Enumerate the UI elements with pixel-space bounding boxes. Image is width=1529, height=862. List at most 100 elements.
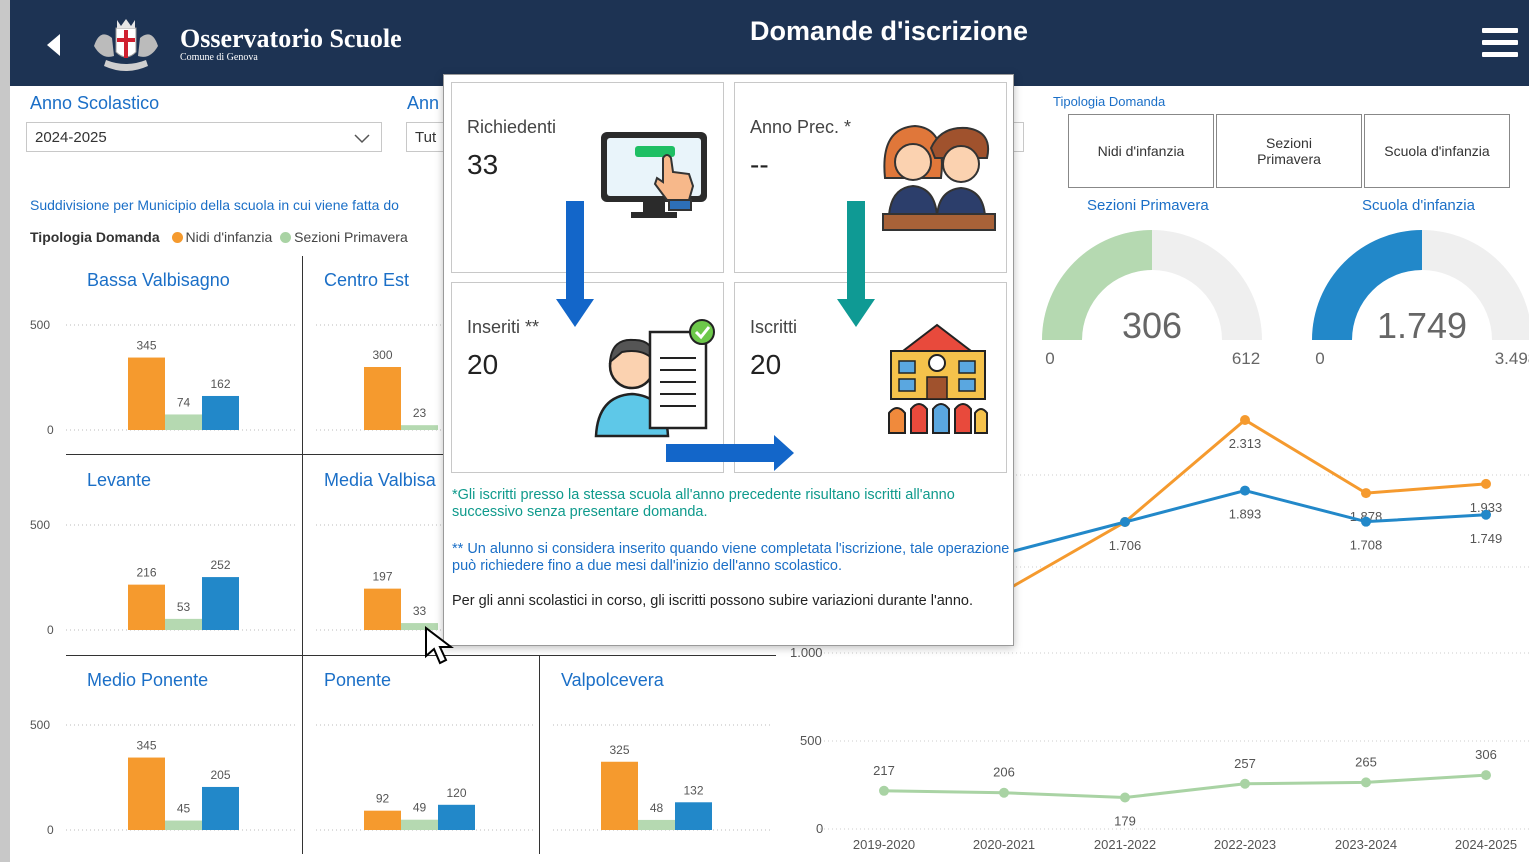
bar bbox=[128, 584, 165, 630]
page-title: Domande d'iscrizione bbox=[750, 16, 1028, 46]
series-point bbox=[1240, 415, 1250, 425]
panel-bar-chart: 500 0 216 53 252 bbox=[30, 518, 296, 637]
bar bbox=[165, 618, 202, 630]
chart-legend: Tipologia Domanda Nidi d'infanzia Sezion… bbox=[30, 229, 408, 245]
series-point bbox=[1240, 485, 1250, 496]
tipologia-label: Tipologia Domanda bbox=[1053, 94, 1166, 109]
panel-divider bbox=[302, 256, 303, 854]
second-filter-label: Ann bbox=[407, 93, 440, 113]
panel-divider bbox=[66, 655, 776, 656]
bar bbox=[401, 819, 438, 830]
bar-value-label: 325 bbox=[609, 743, 629, 757]
gauge-min: 0 bbox=[1315, 349, 1324, 368]
gauge-max: 3.498 bbox=[1495, 349, 1529, 368]
data-label: 1.749 bbox=[1470, 531, 1503, 546]
panel-bar-chart: 300 23 bbox=[316, 324, 441, 431]
series-point bbox=[1481, 770, 1491, 781]
gauge-min: 0 bbox=[1045, 349, 1054, 368]
bar-value-label: 53 bbox=[177, 600, 191, 614]
scuola-infanzia-button[interactable]: Scuola d'infanzia bbox=[1364, 114, 1510, 188]
nidi-button[interactable]: Nidi d'infanzia bbox=[1068, 114, 1214, 188]
x-tick-label: 2021-2022 bbox=[1094, 837, 1156, 852]
panel-divider bbox=[66, 454, 446, 455]
series-point bbox=[1361, 516, 1371, 527]
series-point bbox=[1361, 488, 1371, 499]
series-point bbox=[1120, 517, 1130, 527]
y-tick-label: 500 bbox=[30, 718, 50, 732]
brand: Osservatorio Scuole Comune di Genova bbox=[180, 24, 402, 63]
bar-value-label: 197 bbox=[372, 570, 392, 584]
data-label: 1.893 bbox=[1229, 507, 1262, 522]
note-iscritti: Per gli anni scolastici in corso, gli is… bbox=[452, 593, 973, 609]
x-tick-label: 2024-2025 bbox=[1455, 837, 1517, 852]
gauges: 306 0 612 1.749 0 3.498 bbox=[1042, 230, 1529, 368]
y-tick-label: 1.000 bbox=[790, 645, 823, 660]
bar-value-label: 205 bbox=[210, 768, 230, 782]
hamburger-menu-icon[interactable] bbox=[1482, 28, 1518, 62]
municipio-panel: Centro Est 300 23 bbox=[302, 256, 447, 454]
mouse-cursor-icon bbox=[425, 626, 454, 665]
municipio-panel: Medio Ponente 500 0 345 45 205 bbox=[10, 656, 302, 854]
anno-scolastico-label: Anno Scolastico bbox=[30, 93, 160, 113]
bar bbox=[202, 786, 239, 830]
back-arrow-icon[interactable] bbox=[40, 30, 70, 60]
x-tick-label: 2019-2020 bbox=[853, 837, 915, 852]
bar bbox=[128, 357, 165, 430]
panel-bar-chart: 500 0 345 74 162 bbox=[30, 318, 296, 437]
sezioni-primavera-button[interactable]: Sezioni Primavera bbox=[1216, 114, 1362, 188]
y-tick-label: 0 bbox=[47, 423, 54, 437]
legend-title: Tipologia Domanda bbox=[30, 229, 160, 245]
series-point bbox=[1120, 792, 1130, 803]
bar-value-label: 300 bbox=[372, 348, 392, 362]
y-tick-label: 0 bbox=[47, 823, 54, 837]
arrow-down-icon bbox=[556, 201, 594, 327]
gauge-infanzia: 1.749 0 3.498 bbox=[1312, 230, 1529, 368]
bar bbox=[601, 761, 638, 830]
x-tick-label: 2020-2021 bbox=[973, 837, 1035, 852]
bar bbox=[364, 367, 401, 430]
bar bbox=[202, 395, 239, 430]
legend-dot-primavera bbox=[280, 232, 292, 243]
bar-value-label: 216 bbox=[136, 566, 156, 580]
series-line bbox=[883, 773, 1487, 799]
bar bbox=[128, 757, 165, 830]
municipi-subtitle: Suddivisione per Municipio della scuola … bbox=[30, 197, 399, 213]
bar bbox=[401, 425, 438, 430]
dropdown-edge bbox=[1014, 122, 1024, 152]
bar bbox=[675, 802, 712, 830]
data-label: 217 bbox=[873, 763, 895, 778]
x-tick-label: 2023-2024 bbox=[1335, 837, 1397, 852]
data-label: 1.708 bbox=[1350, 538, 1383, 553]
gauge-value: 306 bbox=[1122, 305, 1182, 346]
legend-item-nidi: Nidi d'infanzia bbox=[185, 229, 273, 245]
bar-value-label: 33 bbox=[413, 604, 427, 618]
info-popup: Richiedenti 33 Anno Prec. * -- Inseriti … bbox=[443, 74, 1014, 646]
y-tick-label: 500 bbox=[30, 518, 50, 532]
data-label: 2.313 bbox=[1229, 436, 1262, 451]
panel-divider bbox=[539, 656, 540, 854]
bar-value-label: 92 bbox=[376, 792, 390, 806]
panel-bar-chart: 500 0 345 45 205 bbox=[30, 718, 296, 837]
bar bbox=[202, 577, 239, 630]
panel-bar-chart: 325 48 132 bbox=[553, 724, 770, 831]
anno-scolastico-dropdown[interactable]: 2024-2025 bbox=[26, 122, 382, 152]
bar-value-label: 345 bbox=[136, 339, 156, 353]
bar-value-label: 49 bbox=[413, 801, 427, 815]
bar-value-label: 120 bbox=[446, 786, 466, 800]
series-point bbox=[999, 787, 1009, 798]
data-label: 1.706 bbox=[1109, 538, 1142, 553]
y-tick-label: 0 bbox=[816, 821, 823, 836]
gauge-title-primavera: Sezioni Primavera bbox=[1087, 197, 1209, 214]
note-anno-prec: *Gli iscritti presso la stessa scuola al… bbox=[452, 487, 955, 520]
bar bbox=[438, 804, 475, 830]
municipio-panel: Levante 500 0 216 53 252 bbox=[10, 456, 302, 654]
panel-bar-chart: 197 33 bbox=[316, 524, 441, 631]
data-label: 257 bbox=[1234, 756, 1256, 771]
series-point bbox=[1361, 777, 1371, 788]
y-tick-label: 500 bbox=[30, 318, 50, 332]
note-inseriti: ** Un alunno si considera inserito quand… bbox=[452, 541, 1010, 574]
legend-dot-nidi bbox=[171, 232, 183, 243]
bar-value-label: 23 bbox=[413, 406, 427, 420]
municipio-panel: Bassa Valbisagno 500 0 345 74 162 bbox=[10, 256, 302, 454]
bar bbox=[364, 588, 401, 630]
